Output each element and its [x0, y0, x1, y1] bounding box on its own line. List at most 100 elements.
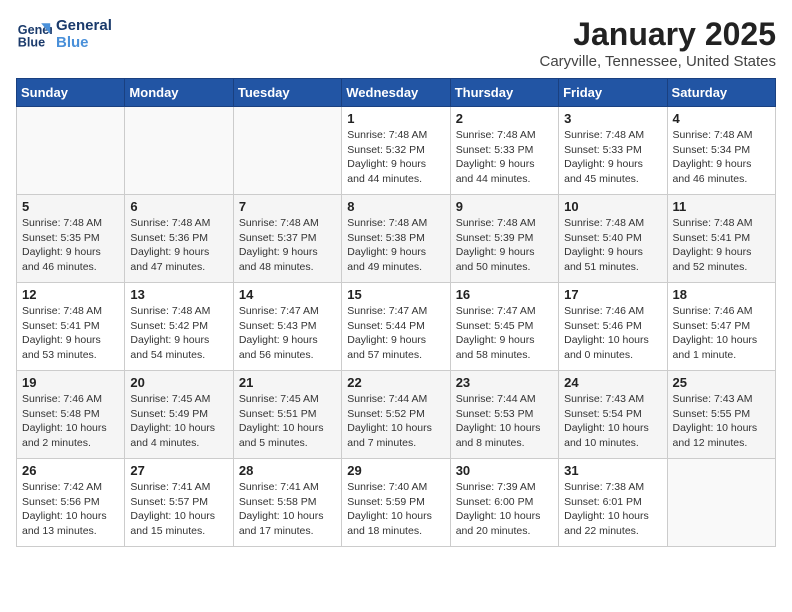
calendar-week-4: 19 Sunrise: 7:46 AM Sunset: 5:48 PM Dayli…: [17, 371, 776, 459]
calendar-cell: 19 Sunrise: 7:46 AM Sunset: 5:48 PM Dayli…: [17, 371, 125, 459]
calendar-cell: [125, 107, 233, 195]
calendar-cell: 28 Sunrise: 7:41 AM Sunset: 5:58 PM Dayli…: [233, 459, 341, 547]
day-number: 28: [239, 463, 336, 478]
header-row: SundayMondayTuesdayWednesdayThursdayFrid…: [17, 79, 776, 107]
weekday-header-tuesday: Tuesday: [233, 79, 341, 107]
calendar-cell: 18Sunrise: 7:46 AM Sunset: 5:47 PM Dayli…: [667, 283, 775, 371]
day-number: 14: [239, 287, 336, 302]
day-details: Sunrise: 7:45 AM Sunset: 5:49 PM Dayligh…: [130, 392, 227, 451]
day-details: Sunrise: 7:45 AM Sunset: 5:51 PM Dayligh…: [239, 392, 336, 451]
day-number: 19: [22, 375, 119, 390]
day-details: Sunrise: 7:48 AM Sunset: 5:35 PM Dayligh…: [22, 216, 119, 275]
day-number: 30: [456, 463, 553, 478]
day-number: 31: [564, 463, 661, 478]
calendar-cell: 21Sunrise: 7:45 AM Sunset: 5:51 PM Dayli…: [233, 371, 341, 459]
calendar-cell: [17, 107, 125, 195]
calendar-week-3: 12Sunrise: 7:48 AM Sunset: 5:41 PM Dayli…: [17, 283, 776, 371]
calendar-cell: 20Sunrise: 7:45 AM Sunset: 5:49 PM Dayli…: [125, 371, 233, 459]
svg-text:Blue: Blue: [18, 36, 45, 50]
day-number: 2: [456, 111, 553, 126]
day-number: 22: [347, 375, 444, 390]
day-details: Sunrise: 7:47 AM Sunset: 5:45 PM Dayligh…: [456, 304, 553, 363]
calendar-week-2: 5 Sunrise: 7:48 AM Sunset: 5:35 PM Daylig…: [17, 195, 776, 283]
day-number: 24: [564, 375, 661, 390]
calendar-cell: 1 Sunrise: 7:48 AM Sunset: 5:32 PM Daylig…: [342, 107, 450, 195]
day-number: 27: [130, 463, 227, 478]
weekday-header-saturday: Saturday: [667, 79, 775, 107]
calendar-cell: 16 Sunrise: 7:47 AM Sunset: 5:45 PM Dayli…: [450, 283, 558, 371]
calendar-cell: 4 Sunrise: 7:48 AM Sunset: 5:34 PM Daylig…: [667, 107, 775, 195]
day-details: Sunrise: 7:40 AM Sunset: 5:59 PM Dayligh…: [347, 480, 444, 539]
day-details: Sunrise: 7:47 AM Sunset: 5:43 PM Dayligh…: [239, 304, 336, 363]
calendar-cell: 10Sunrise: 7:48 AM Sunset: 5:40 PM Dayli…: [559, 195, 667, 283]
calendar-cell: 12Sunrise: 7:48 AM Sunset: 5:41 PM Dayli…: [17, 283, 125, 371]
day-details: Sunrise: 7:48 AM Sunset: 5:38 PM Dayligh…: [347, 216, 444, 275]
day-number: 26: [22, 463, 119, 478]
day-details: Sunrise: 7:39 AM Sunset: 6:00 PM Dayligh…: [456, 480, 553, 539]
calendar-cell: 6 Sunrise: 7:48 AM Sunset: 5:36 PM Daylig…: [125, 195, 233, 283]
day-number: 13: [130, 287, 227, 302]
day-details: Sunrise: 7:43 AM Sunset: 5:54 PM Dayligh…: [564, 392, 661, 451]
location-text: Caryville, Tennessee, United States: [539, 53, 776, 70]
day-details: Sunrise: 7:48 AM Sunset: 5:32 PM Dayligh…: [347, 128, 444, 187]
calendar-cell: 8 Sunrise: 7:48 AM Sunset: 5:38 PM Daylig…: [342, 195, 450, 283]
calendar-cell: 22 Sunrise: 7:44 AM Sunset: 5:52 PM Dayli…: [342, 371, 450, 459]
calendar-week-1: 1 Sunrise: 7:48 AM Sunset: 5:32 PM Daylig…: [17, 107, 776, 195]
day-number: 10: [564, 199, 661, 214]
day-details: Sunrise: 7:48 AM Sunset: 5:36 PM Dayligh…: [130, 216, 227, 275]
day-number: 3: [564, 111, 661, 126]
calendar-cell: 27 Sunrise: 7:41 AM Sunset: 5:57 PM Dayli…: [125, 459, 233, 547]
day-number: 4: [673, 111, 770, 126]
day-number: 1: [347, 111, 444, 126]
calendar-table: SundayMondayTuesdayWednesdayThursdayFrid…: [16, 78, 776, 547]
calendar-cell: 15 Sunrise: 7:47 AM Sunset: 5:44 PM Dayli…: [342, 283, 450, 371]
day-number: 6: [130, 199, 227, 214]
calendar-cell: 3 Sunrise: 7:48 AM Sunset: 5:33 PM Daylig…: [559, 107, 667, 195]
day-number: 5: [22, 199, 119, 214]
calendar-cell: 24 Sunrise: 7:43 AM Sunset: 5:54 PM Dayli…: [559, 371, 667, 459]
day-number: 29: [347, 463, 444, 478]
day-number: 8: [347, 199, 444, 214]
day-details: Sunrise: 7:48 AM Sunset: 5:33 PM Dayligh…: [564, 128, 661, 187]
day-number: 7: [239, 199, 336, 214]
day-details: Sunrise: 7:43 AM Sunset: 5:55 PM Dayligh…: [673, 392, 770, 451]
calendar-cell: 30 Sunrise: 7:39 AM Sunset: 6:00 PM Dayli…: [450, 459, 558, 547]
calendar-cell: 13 Sunrise: 7:48 AM Sunset: 5:42 PM Dayli…: [125, 283, 233, 371]
calendar-cell: 2 Sunrise: 7:48 AM Sunset: 5:33 PM Daylig…: [450, 107, 558, 195]
calendar-cell: 26 Sunrise: 7:42 AM Sunset: 5:56 PM Dayli…: [17, 459, 125, 547]
day-number: 9: [456, 199, 553, 214]
weekday-header-monday: Monday: [125, 79, 233, 107]
calendar-cell: 23 Sunrise: 7:44 AM Sunset: 5:53 PM Dayli…: [450, 371, 558, 459]
calendar-cell: 31Sunrise: 7:38 AM Sunset: 6:01 PM Dayli…: [559, 459, 667, 547]
page-header: General Blue General Blue January 2025 C…: [16, 16, 776, 70]
day-details: Sunrise: 7:41 AM Sunset: 5:57 PM Dayligh…: [130, 480, 227, 539]
weekday-header-friday: Friday: [559, 79, 667, 107]
day-number: 16: [456, 287, 553, 302]
day-details: Sunrise: 7:48 AM Sunset: 5:33 PM Dayligh…: [456, 128, 553, 187]
calendar-cell: 14 Sunrise: 7:47 AM Sunset: 5:43 PM Dayli…: [233, 283, 341, 371]
title-block: January 2025 Caryville, Tennessee, Unite…: [539, 16, 776, 70]
day-details: Sunrise: 7:48 AM Sunset: 5:37 PM Dayligh…: [239, 216, 336, 275]
day-number: 25: [673, 375, 770, 390]
calendar-cell: [667, 459, 775, 547]
day-details: Sunrise: 7:42 AM Sunset: 5:56 PM Dayligh…: [22, 480, 119, 539]
day-details: Sunrise: 7:44 AM Sunset: 5:52 PM Dayligh…: [347, 392, 444, 451]
day-number: 11: [673, 199, 770, 214]
day-number: 23: [456, 375, 553, 390]
day-details: Sunrise: 7:41 AM Sunset: 5:58 PM Dayligh…: [239, 480, 336, 539]
calendar-cell: 11Sunrise: 7:48 AM Sunset: 5:41 PM Dayli…: [667, 195, 775, 283]
day-number: 15: [347, 287, 444, 302]
calendar-body: 1 Sunrise: 7:48 AM Sunset: 5:32 PM Daylig…: [17, 107, 776, 547]
calendar-cell: 7 Sunrise: 7:48 AM Sunset: 5:37 PM Daylig…: [233, 195, 341, 283]
day-details: Sunrise: 7:48 AM Sunset: 5:34 PM Dayligh…: [673, 128, 770, 187]
logo-icon: General Blue: [16, 16, 52, 52]
day-details: Sunrise: 7:44 AM Sunset: 5:53 PM Dayligh…: [456, 392, 553, 451]
day-details: Sunrise: 7:48 AM Sunset: 5:42 PM Dayligh…: [130, 304, 227, 363]
calendar-cell: 25 Sunrise: 7:43 AM Sunset: 5:55 PM Dayli…: [667, 371, 775, 459]
calendar-cell: 5 Sunrise: 7:48 AM Sunset: 5:35 PM Daylig…: [17, 195, 125, 283]
calendar-cell: 9Sunrise: 7:48 AM Sunset: 5:39 PM Daylig…: [450, 195, 558, 283]
day-details: Sunrise: 7:47 AM Sunset: 5:44 PM Dayligh…: [347, 304, 444, 363]
calendar-cell: 29 Sunrise: 7:40 AM Sunset: 5:59 PM Dayli…: [342, 459, 450, 547]
day-details: Sunrise: 7:46 AM Sunset: 5:47 PM Dayligh…: [673, 304, 770, 363]
day-details: Sunrise: 7:46 AM Sunset: 5:48 PM Dayligh…: [22, 392, 119, 451]
